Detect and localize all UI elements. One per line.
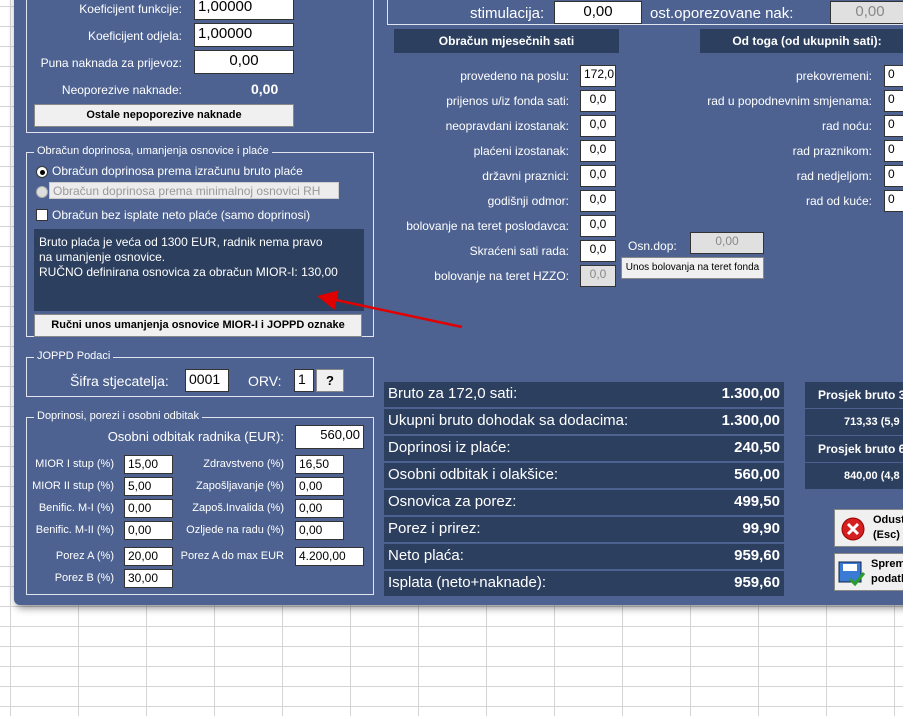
red-arrow-annotation	[317, 290, 463, 329]
